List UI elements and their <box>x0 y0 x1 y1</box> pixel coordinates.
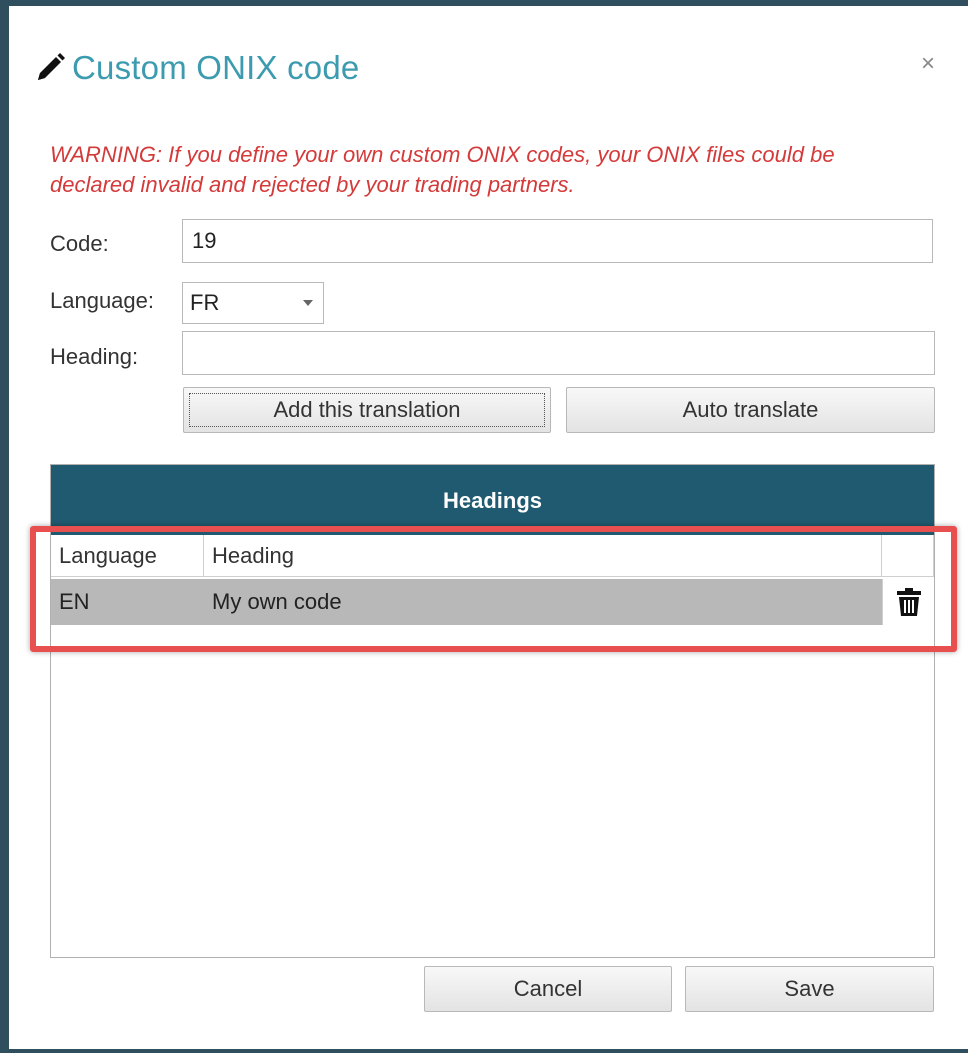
pencil-icon <box>38 53 65 80</box>
add-translation-button[interactable]: Add this translation <box>183 387 551 433</box>
language-label: Language: <box>50 288 154 313</box>
close-icon[interactable]: × <box>914 50 942 78</box>
dialog-title-row: Custom ONIX code <box>32 46 359 90</box>
custom-onix-code-dialog: Custom ONIX code × WARNING: If you defin… <box>9 6 968 1049</box>
code-label: Code: <box>50 231 109 256</box>
headings-panel-header: Headings <box>51 465 934 535</box>
save-label: Save <box>784 976 835 1001</box>
window-frame-left <box>0 0 9 1053</box>
auto-translate-label: Auto translate <box>682 397 819 422</box>
language-select-value: FR <box>190 290 220 315</box>
add-translation-label: Add this translation <box>273 397 461 422</box>
warning-message: WARNING: If you define your own custom O… <box>50 142 835 197</box>
language-select[interactable]: FR <box>182 282 324 324</box>
code-input[interactable]: 19 <box>182 219 933 263</box>
dialog-title: Custom ONIX code <box>72 49 360 86</box>
window-frame-bottom <box>0 1049 968 1053</box>
highlight-annotation <box>30 526 957 652</box>
heading-label: Heading: <box>50 344 139 369</box>
cancel-button[interactable]: Cancel <box>424 966 672 1012</box>
chevron-down-icon <box>303 300 313 306</box>
heading-input[interactable] <box>182 331 935 375</box>
save-button[interactable]: Save <box>685 966 934 1012</box>
cancel-label: Cancel <box>513 976 583 1001</box>
auto-translate-button[interactable]: Auto translate <box>566 387 935 433</box>
